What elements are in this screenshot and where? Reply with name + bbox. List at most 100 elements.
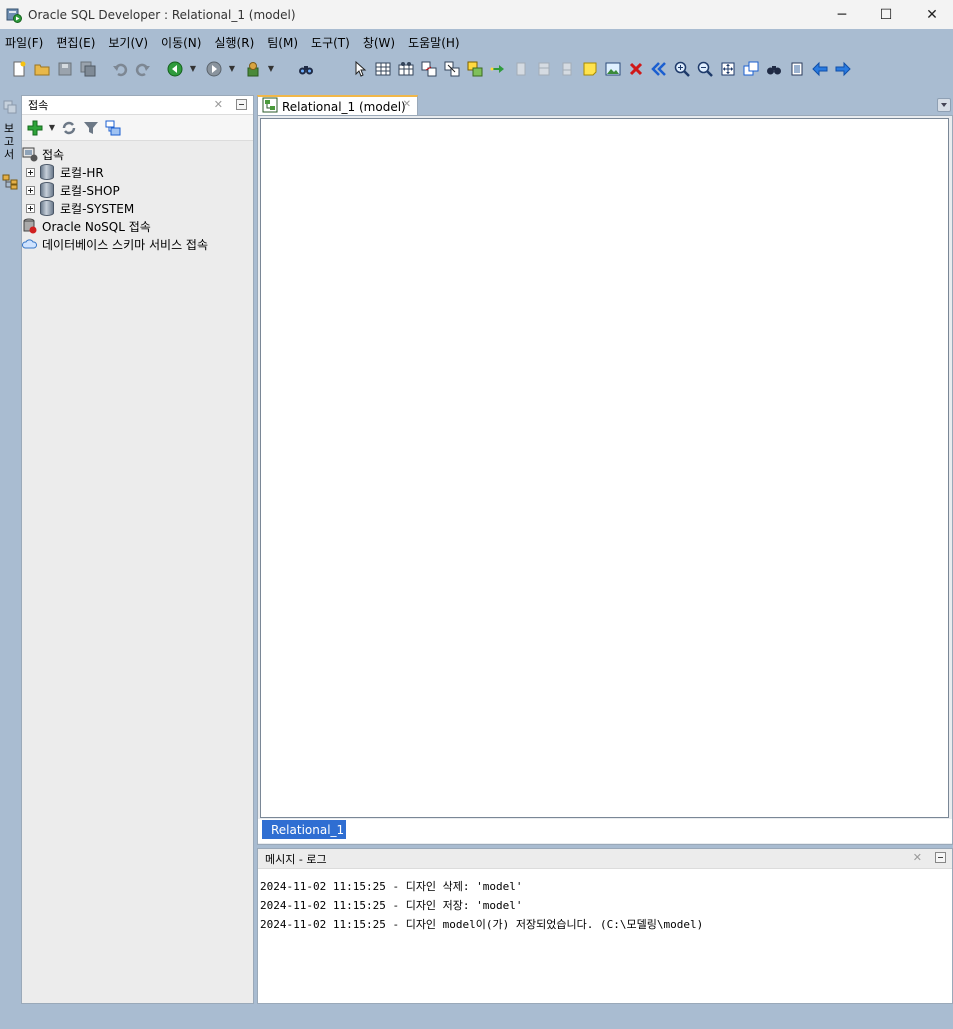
title-bar: Oracle SQL Developer : Relational_1 (mod…: [0, 0, 953, 29]
hierarchy-icon[interactable]: [2, 174, 18, 193]
minimize-button[interactable]: ─: [819, 0, 865, 29]
back-dropdown-icon[interactable]: ▼: [189, 60, 197, 78]
tree-item-cloud-schema[interactable]: 데이터베이스 스키마 서비스 접속: [21, 235, 253, 253]
menu-help[interactable]: 도움말(H): [403, 34, 468, 51]
foreign-key-icon[interactable]: [420, 60, 438, 78]
tree-root-label: 접속: [42, 147, 65, 162]
main-toolbar: ▼ ▼ ▼: [0, 56, 953, 82]
menu-view[interactable]: 보기(V): [103, 34, 156, 51]
schema-browser-icon[interactable]: [104, 119, 122, 137]
close-icon[interactable]: ✕: [403, 99, 411, 110]
reports-side-tab[interactable]: 보고서: [2, 122, 16, 161]
new-view-icon[interactable]: [397, 60, 415, 78]
diagram-canvas[interactable]: [260, 118, 949, 818]
forward-dropdown-icon[interactable]: ▼: [228, 60, 236, 78]
database-icon: [40, 200, 56, 216]
editor-tabs-dropdown-icon[interactable]: [937, 98, 951, 112]
tree-root-connections[interactable]: 접속: [22, 145, 253, 163]
close-icon[interactable]: ✕: [913, 851, 922, 864]
database-icon: [40, 182, 56, 198]
maximize-button[interactable]: ☐: [863, 0, 909, 29]
select-pointer-icon[interactable]: [351, 60, 369, 78]
forward-circle-icon[interactable]: [205, 60, 223, 78]
new-icon[interactable]: [10, 60, 28, 78]
save-all-icon[interactable]: [79, 60, 97, 78]
engineer-double-chevron-icon[interactable]: [650, 60, 668, 78]
undo-icon[interactable]: [111, 60, 129, 78]
menu-team[interactable]: 팀(M): [262, 34, 306, 51]
subtab-relational[interactable]: Relational_1: [262, 820, 346, 839]
tree-item-nosql[interactable]: Oracle NoSQL 접속: [22, 217, 253, 235]
search-binoculars-icon[interactable]: [765, 60, 783, 78]
connections-panel-title: 접속: [28, 99, 49, 112]
filter-icon[interactable]: [82, 119, 100, 137]
left-side-strip: 보고서: [0, 96, 20, 206]
expand-icon[interactable]: [26, 167, 35, 177]
add-connection-dropdown-icon[interactable]: ▼: [48, 119, 56, 137]
zoom-out-icon[interactable]: [696, 60, 714, 78]
sql-worksheet-dropdown-icon[interactable]: ▼: [267, 60, 275, 78]
menu-edit[interactable]: 편집(E): [51, 34, 103, 51]
foreign-key-1to1-icon[interactable]: [443, 60, 461, 78]
arrow-left-icon[interactable]: [811, 60, 829, 78]
status-bar: [0, 1004, 953, 1029]
menu-tools[interactable]: 도구(T): [306, 34, 358, 51]
database-icon: [40, 164, 56, 180]
message-log-lines: 2024-11-02 11:15:25 - 디자인 삭제: 'model' 20…: [258, 869, 952, 934]
minimize-panel-icon[interactable]: [935, 852, 946, 863]
save-icon[interactable]: [56, 60, 74, 78]
tree-item-label: 로컬-SYSTEM: [60, 201, 135, 216]
tree-item-local-shop[interactable]: 로컬-SHOP: [22, 181, 253, 199]
arrow-right-icon[interactable]: [834, 60, 852, 78]
windows-icon[interactable]: [3, 100, 17, 117]
back-circle-icon[interactable]: [166, 60, 184, 78]
disabled-tool-3-icon[interactable]: [558, 60, 576, 78]
disabled-tool-2-icon[interactable]: [535, 60, 553, 78]
tree-item-local-system[interactable]: 로컬-SYSTEM: [22, 199, 253, 217]
menu-window[interactable]: 창(W): [358, 34, 403, 51]
tree-item-label: 로컬-HR: [60, 165, 104, 180]
message-log-header: 메시지 - 로그 ✕: [258, 849, 952, 869]
tree-item-label: 데이터베이스 스키마 서비스 접속: [42, 237, 209, 252]
picture-icon[interactable]: [604, 60, 622, 78]
menu-run[interactable]: 실행(R): [209, 34, 262, 51]
zoom-in-icon[interactable]: [673, 60, 691, 78]
minimize-panel-icon[interactable]: [236, 99, 247, 110]
open-folder-icon[interactable]: [33, 60, 51, 78]
add-connection-icon[interactable]: [26, 119, 44, 137]
nosql-database-icon: [22, 218, 38, 234]
window-title: Oracle SQL Developer : Relational_1 (mod…: [28, 7, 296, 22]
log-line: 2024-11-02 11:15:25 - 디자인 저장: 'model': [260, 899, 523, 912]
sql-worksheet-icon[interactable]: [244, 60, 262, 78]
menu-file[interactable]: 파일(F): [0, 34, 51, 51]
merge-arrow-icon[interactable]: [489, 60, 507, 78]
diagram-subtabs: Relational_1: [258, 819, 952, 843]
connections-panel: 접속 ✕ ▼ 접속 로컬-HR 로컬-SHOP 로컬-SYSTEM Oracle…: [21, 95, 254, 1004]
redo-icon[interactable]: [134, 60, 152, 78]
fit-screen-icon[interactable]: [719, 60, 737, 78]
menu-bar: 파일(F) 편집(E) 보기(V) 이동(N) 실행(R) 팀(M) 도구(T)…: [0, 31, 953, 54]
menu-navigate[interactable]: 이동(N): [156, 34, 209, 51]
delete-x-icon[interactable]: [627, 60, 645, 78]
tree-item-local-hr[interactable]: 로컬-HR: [22, 163, 253, 181]
split-table-icon[interactable]: [466, 60, 484, 78]
editor-tab-label: Relational_1 (model): [282, 99, 406, 114]
connections-root-icon: [22, 146, 38, 162]
close-icon[interactable]: ✕: [214, 98, 223, 111]
log-line: 2024-11-02 11:15:25 - 디자인 model이(가) 저장되었…: [260, 918, 704, 931]
close-button[interactable]: ✕: [909, 0, 953, 29]
refresh-icon[interactable]: [60, 119, 78, 137]
sql-developer-app-icon: [6, 7, 22, 23]
disabled-tool-1-icon[interactable]: [512, 60, 530, 78]
properties-icon[interactable]: [788, 60, 806, 78]
find-binoculars-icon[interactable]: [297, 60, 315, 78]
note-icon[interactable]: [581, 60, 599, 78]
new-table-icon[interactable]: [374, 60, 392, 78]
tree-item-label: 로컬-SHOP: [60, 183, 120, 198]
expand-icon[interactable]: [26, 185, 35, 195]
layout-icon[interactable]: [742, 60, 760, 78]
editor-area: Relational_1: [257, 115, 953, 845]
expand-icon[interactable]: [26, 203, 35, 213]
editor-tab-relational[interactable]: Relational_1 (model) ✕: [257, 95, 418, 116]
connections-tree: 접속 로컬-HR 로컬-SHOP 로컬-SYSTEM Oracle NoSQL …: [21, 141, 253, 253]
